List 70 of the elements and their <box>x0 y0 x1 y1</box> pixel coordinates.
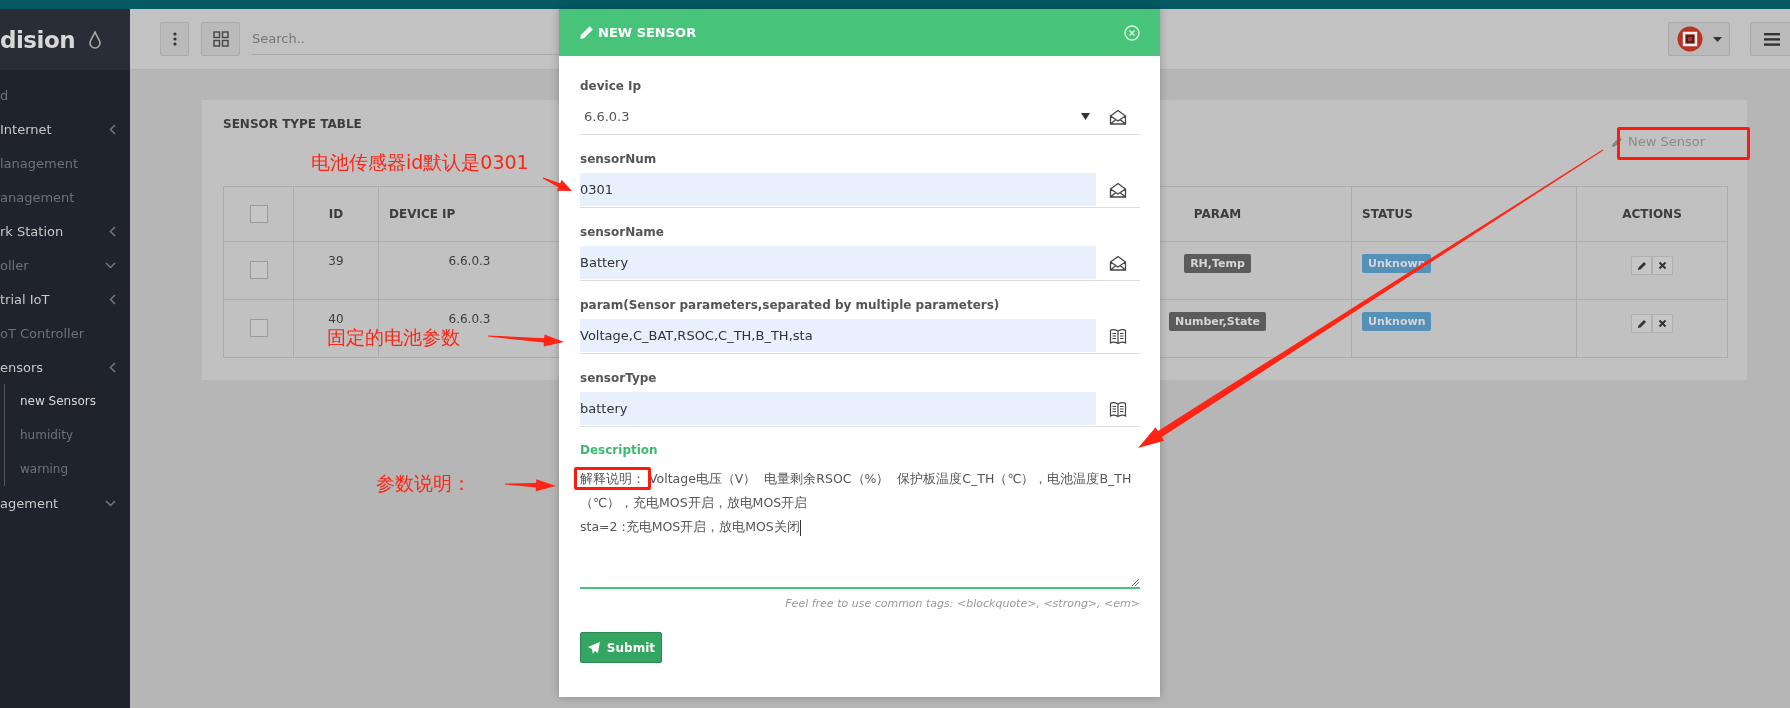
delete-button[interactable] <box>1652 314 1673 333</box>
sidebar-item[interactable]: agement <box>0 486 130 520</box>
annotation-note: 电池传感器id默认是0301 <box>311 150 529 175</box>
drop-icon <box>89 30 102 49</box>
user-menu-button[interactable] <box>1668 22 1730 56</box>
pencil-icon <box>579 25 594 40</box>
edit-button[interactable] <box>1631 256 1652 275</box>
column-header: ID <box>328 207 344 221</box>
column-header: PARAM <box>1193 207 1242 221</box>
resize-grip-icon <box>1131 578 1139 586</box>
caret-icon <box>1712 36 1722 42</box>
kebab-icon <box>172 32 177 46</box>
grid-icon <box>212 31 229 47</box>
close-icon <box>1658 261 1667 270</box>
status-tag: Unknown <box>1362 312 1432 331</box>
annotation-arrow <box>542 177 572 191</box>
dropdown-arrow-icon <box>1081 113 1090 120</box>
envelope-icon <box>1109 254 1127 272</box>
menu-icon <box>1764 32 1780 46</box>
sidebar-item[interactable]: trial IoT <box>0 282 130 316</box>
brand-name: dision <box>0 26 76 53</box>
field-label: param(Sensor parameters,separated by multiple parameters) <box>580 297 1001 314</box>
annotation-note: 参数说明： <box>376 471 471 496</box>
pencil-icon <box>1636 260 1647 271</box>
checkbox[interactable] <box>249 261 268 279</box>
help-text: Feel free to use common tags: <blockquote>, <strong>, <em> <box>784 597 1140 610</box>
pencil-icon <box>1610 135 1623 148</box>
column-header: STATUS <box>1362 207 1413 221</box>
field-label: sensorName <box>580 224 665 241</box>
dialog-title: NEW SENSOR <box>598 25 697 40</box>
sidebar-item[interactable]: ensors <box>0 350 130 384</box>
description-field[interactable]: 解释说明： Voltage电压（V） 电量剩余RSOC（%） 保护板温度C_TH（℃），电池温度B_TH（℃），充电MOS开启，放电MOS开启 sta=2 :充电MOS开启，放电MOS关闭 <box>580 467 1140 589</box>
close-icon <box>1658 319 1667 328</box>
table-cell: 6.6.0.3 <box>448 254 491 268</box>
delete-button[interactable] <box>1652 256 1673 275</box>
sidebar-item[interactable]: Internet <box>0 112 130 146</box>
envelope-icon <box>1109 108 1127 126</box>
annotation-arrow <box>505 479 556 492</box>
panel-title: SENSOR TYPE TABLE <box>223 117 362 131</box>
envelope-icon <box>1109 181 1127 199</box>
book-icon <box>1109 327 1127 345</box>
param-tag: RH,Temp <box>1184 254 1251 273</box>
device-select[interactable]: 6.6.0.3 <box>580 100 1096 133</box>
pencil-icon <box>1636 318 1647 329</box>
input-field[interactable]: Battery <box>580 246 1096 279</box>
field-label: sensorNum <box>580 151 658 168</box>
description-label: Description <box>580 443 659 459</box>
table-cell: 39 <box>328 254 344 268</box>
edit-button[interactable] <box>1631 314 1652 333</box>
send-icon <box>587 640 601 655</box>
input-field[interactable]: Voltage,C_BAT,RSOC,C_TH,B_TH,sta <box>580 319 1096 352</box>
column-header: DEVICE IP <box>389 207 456 221</box>
checkbox[interactable] <box>249 319 268 337</box>
table-cell: 40 <box>328 312 344 326</box>
grid-button[interactable] <box>201 22 240 56</box>
book-icon <box>1109 400 1127 418</box>
input-field[interactable]: battery <box>580 392 1096 425</box>
input-field[interactable]: 0301 <box>580 173 1096 206</box>
field-label: sensorType <box>580 370 658 387</box>
annotation-note: 固定的电池参数 <box>327 325 460 350</box>
checkbox[interactable] <box>249 205 268 223</box>
menu-button[interactable] <box>1750 22 1790 56</box>
logo-icon <box>1676 26 1703 52</box>
sidebar-item[interactable]: rk Station <box>0 214 130 248</box>
param-tag: Number,State <box>1168 312 1267 331</box>
status-tag: Unknown <box>1362 254 1432 273</box>
column-header: ACTIONS <box>1622 207 1682 221</box>
table-cell: 6.6.0.3 <box>448 312 491 326</box>
field-label: device Ip <box>580 78 643 95</box>
sidebar-subitem[interactable]: new Sensors <box>5 384 130 418</box>
